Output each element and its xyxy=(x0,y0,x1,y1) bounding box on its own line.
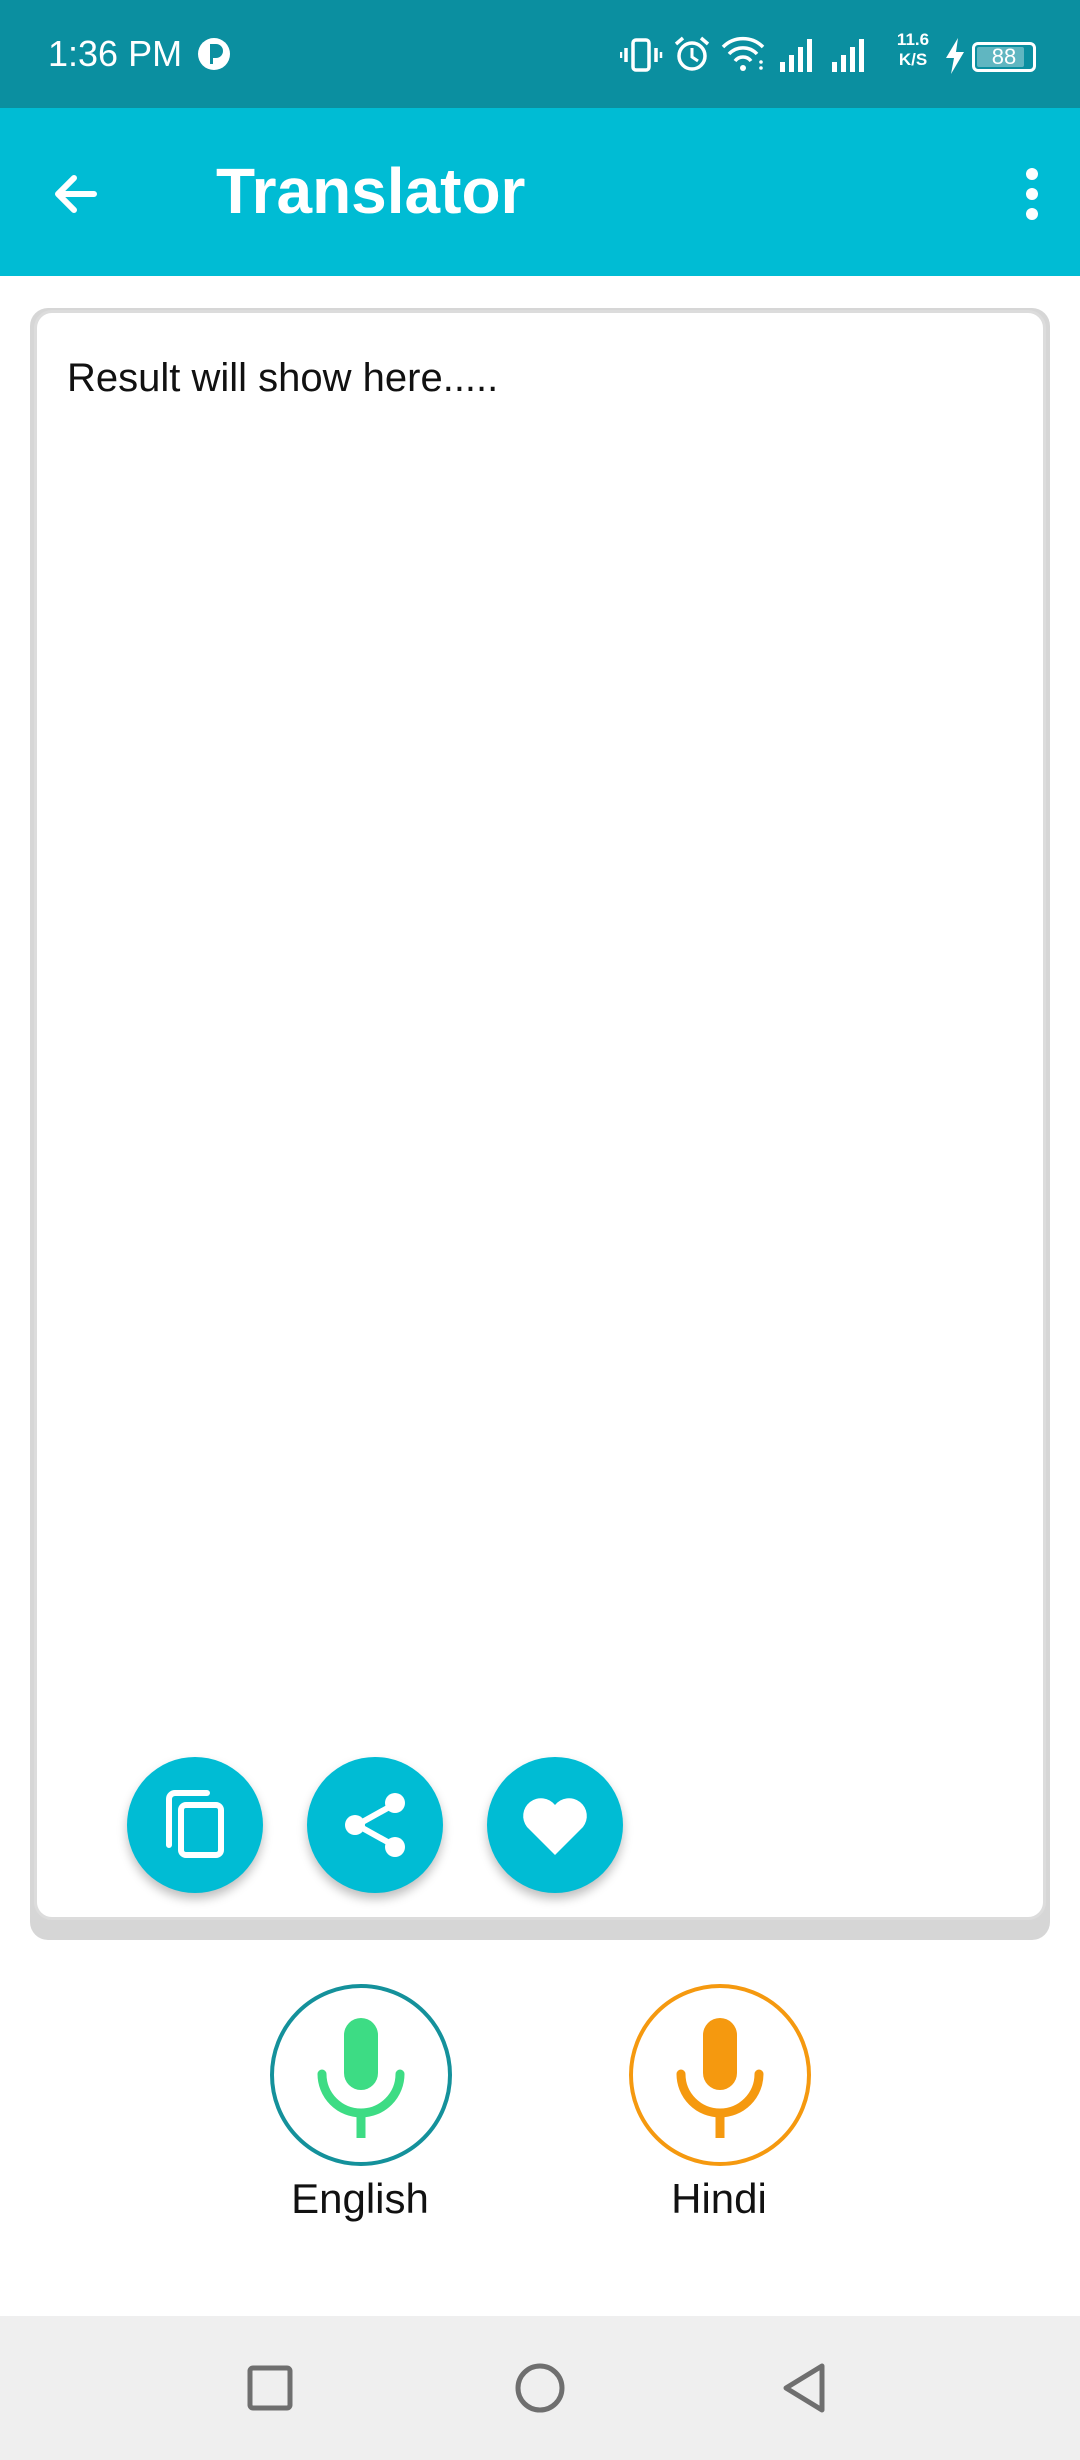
vibrate-icon xyxy=(620,38,663,72)
network-speed: 11.6 K/S xyxy=(890,30,936,70)
signal-icon-2 xyxy=(832,39,864,72)
microphone-icon xyxy=(676,2018,764,2138)
arrow-left-icon[interactable] xyxy=(40,154,120,234)
microphone-icon xyxy=(317,2018,405,2138)
hindi-mic-button[interactable] xyxy=(629,1984,811,2166)
charging-icon xyxy=(946,38,964,74)
copy-icon xyxy=(166,1790,224,1858)
hindi-label: Hindi xyxy=(671,2175,767,2222)
result-card: Result will show here..... xyxy=(34,310,1046,1920)
recents-icon[interactable] xyxy=(230,2348,310,2428)
battery-icon: 88 xyxy=(972,42,1036,72)
back-triangle-icon[interactable] xyxy=(766,2348,846,2428)
home-icon[interactable] xyxy=(500,2348,580,2428)
english-mic-button[interactable] xyxy=(270,1984,452,2166)
heart-icon xyxy=(523,1798,587,1855)
page-title: Translator xyxy=(216,155,526,227)
system-nav-bar xyxy=(0,2316,1080,2460)
favorite-button[interactable] xyxy=(487,1757,623,1893)
more-vert-icon[interactable] xyxy=(1002,154,1062,234)
translator-screen: 1:36 PM 11.6 K/S 88 Translator Result wi… xyxy=(0,0,1080,2460)
battery-level: 88 xyxy=(991,44,1017,69)
result-text: Result will show here..... xyxy=(67,356,499,400)
wifi-icon xyxy=(721,36,765,71)
status-icons: 11.6 K/S 88 xyxy=(620,30,1040,80)
status-bar: 1:36 PM 11.6 K/S 88 xyxy=(0,0,1080,108)
status-time: 1:36 PM xyxy=(48,33,183,74)
share-button[interactable] xyxy=(307,1757,443,1893)
alarm-icon xyxy=(674,36,710,71)
app-bar: Translator xyxy=(0,108,1080,276)
share-icon xyxy=(345,1793,405,1857)
copy-button[interactable] xyxy=(127,1757,263,1893)
network-speed-unit: K/S xyxy=(898,50,928,69)
english-label: English xyxy=(291,2175,429,2222)
network-speed-value: 11.6 xyxy=(896,30,930,49)
signal-icon xyxy=(780,39,812,72)
app-notification-icon xyxy=(198,38,230,70)
